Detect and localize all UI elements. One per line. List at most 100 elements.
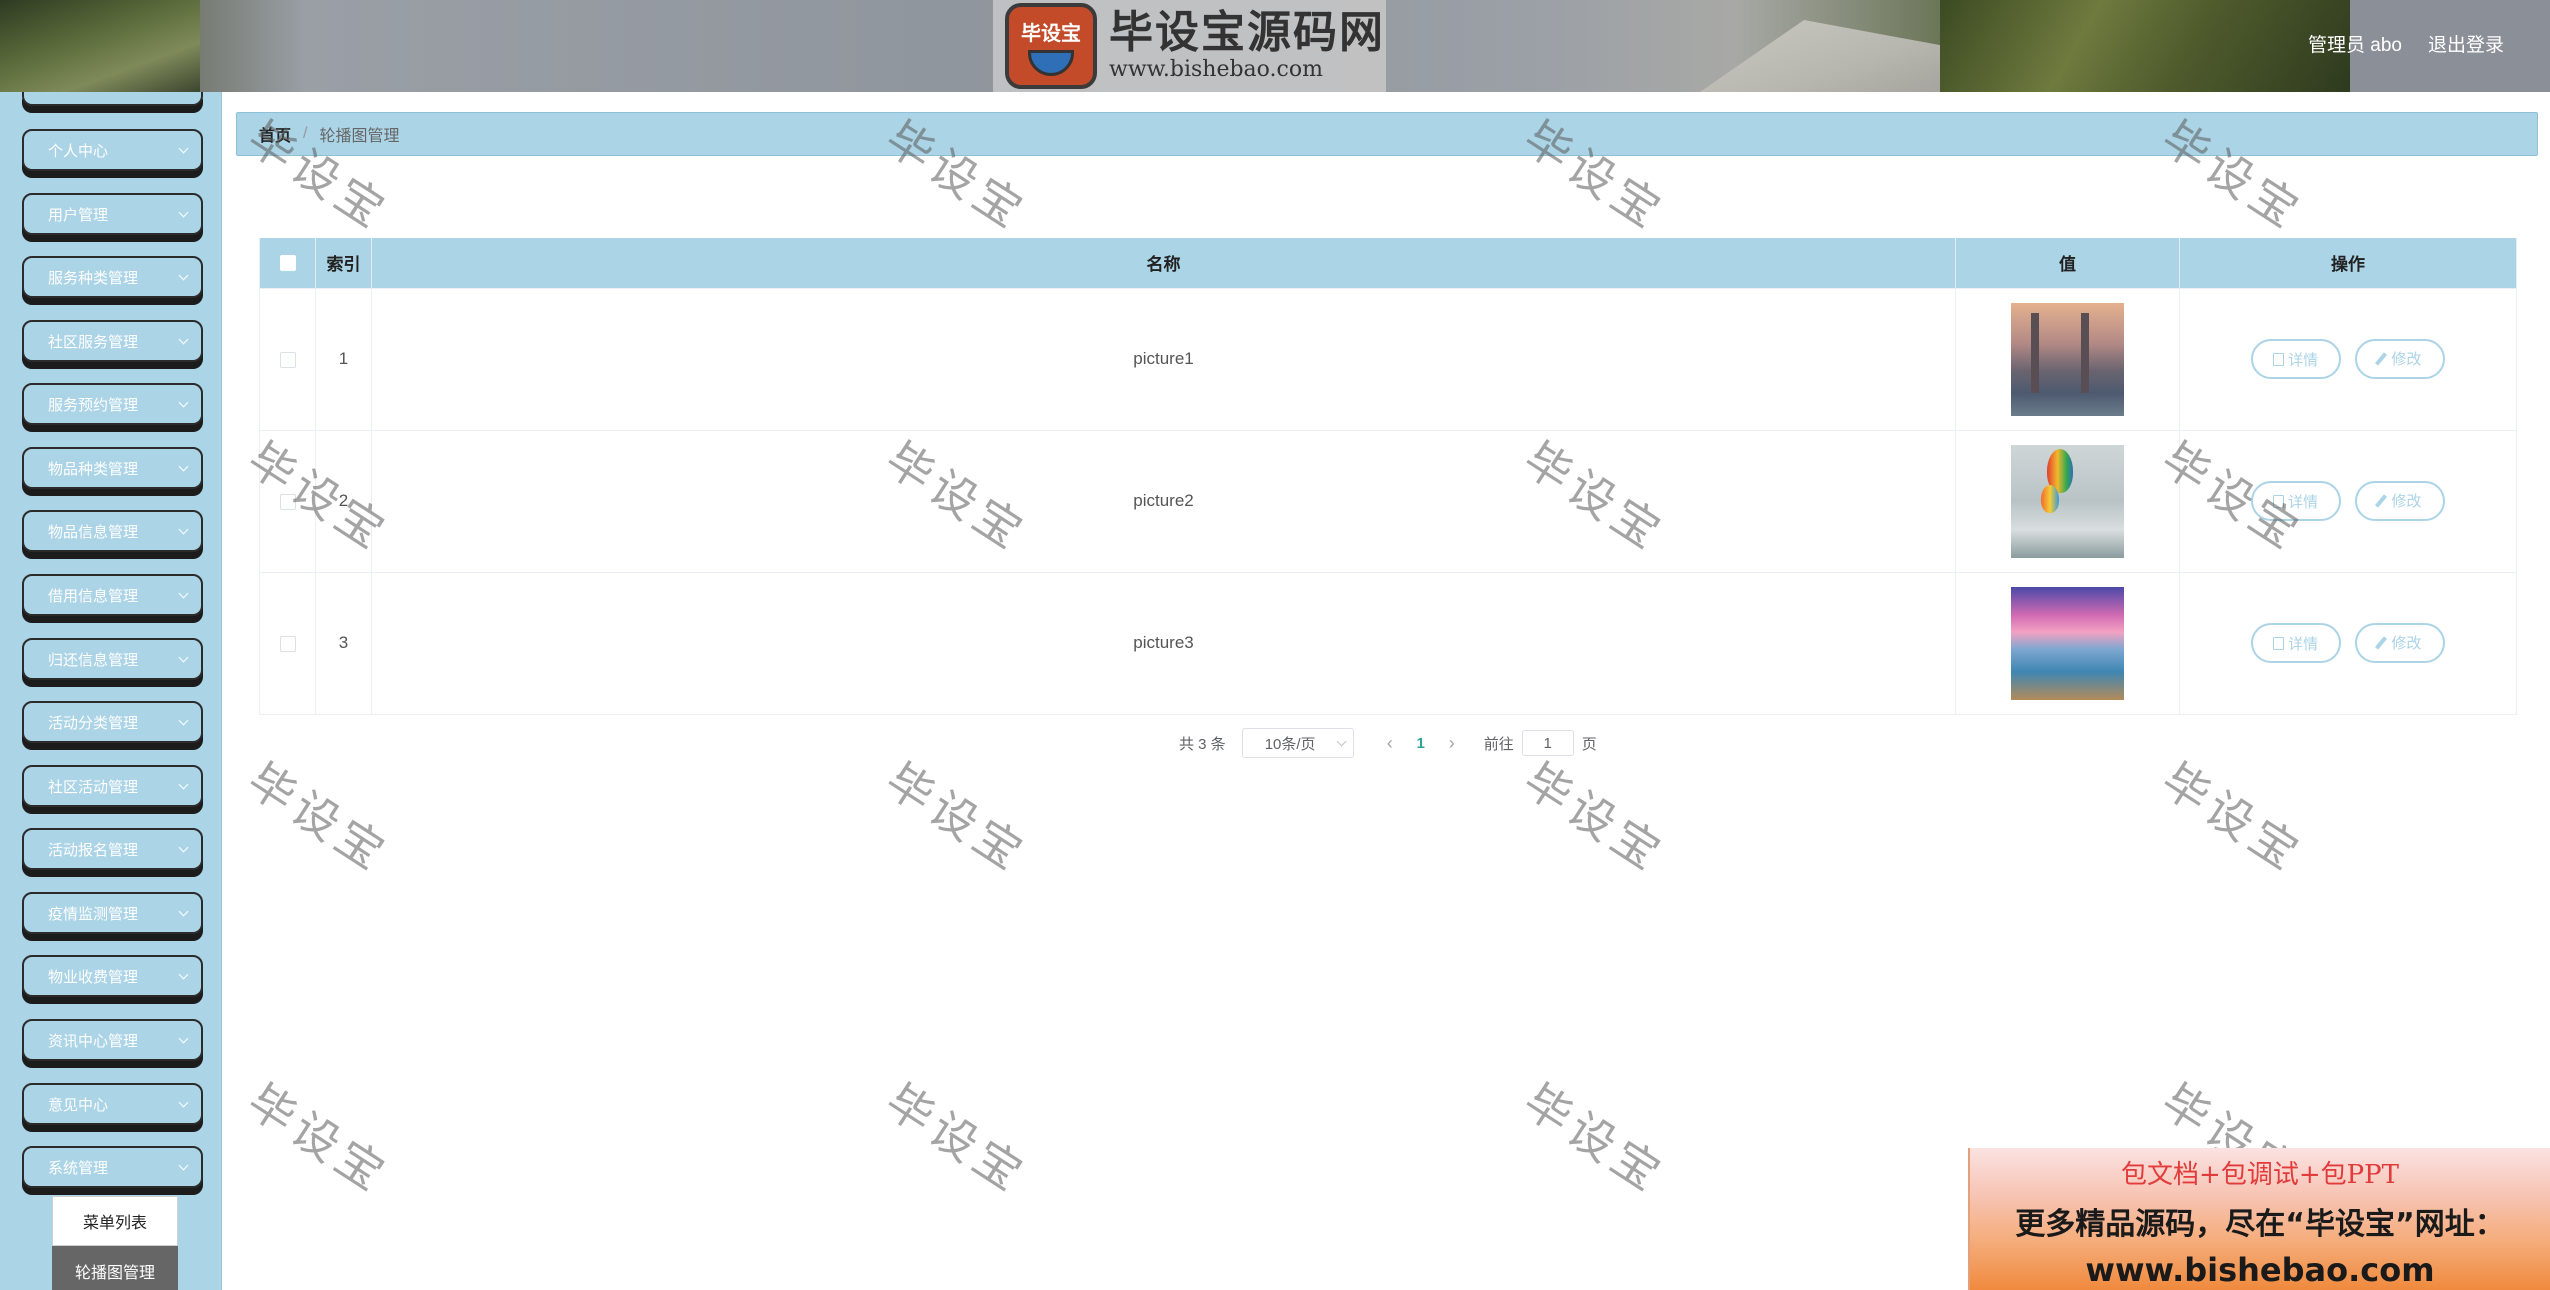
sidebar-item-label: 用户管理 xyxy=(48,206,109,224)
sidebar-item-news-center[interactable]: 资讯中心管理 xyxy=(22,1019,203,1061)
sidebar-item-label: 活动分类管理 xyxy=(48,714,139,732)
sidebar-item-label: 归还信息管理 xyxy=(48,651,139,669)
sidebar-item-feedback-center[interactable]: 意见中心 xyxy=(22,1083,203,1125)
table-row: 1 picture1 详情 修改 xyxy=(259,288,2517,431)
sidebar-item-community-service[interactable]: 社区服务管理 xyxy=(22,320,203,362)
submenu-item-carousel-management[interactable]: 轮播图管理 xyxy=(52,1246,178,1290)
chevron-down-icon xyxy=(178,207,189,217)
sidebar-item-item-info[interactable]: 物品信息管理 xyxy=(22,510,203,552)
chevron-down-icon xyxy=(178,652,189,662)
table-header-row: 索引 名称 值 操作 xyxy=(259,238,2517,289)
sidebar-item-system-management[interactable]: 系统管理 xyxy=(22,1146,203,1188)
row-actions: 详情 修改 xyxy=(2179,430,2517,573)
prev-page-icon[interactable]: ‹ xyxy=(1376,733,1404,754)
row-index: 2 xyxy=(315,430,372,573)
sidebar-item-service-booking[interactable]: 服务预约管理 xyxy=(22,383,203,425)
chevron-down-icon xyxy=(178,334,189,344)
page-size-value: 10条/页 xyxy=(1264,735,1316,753)
page-size-select[interactable]: 10条/页 xyxy=(1241,728,1354,758)
sidebar-item-label: 疫情监测管理 xyxy=(48,905,139,923)
document-icon xyxy=(2273,352,2285,366)
sidebar-item-label: 借用信息管理 xyxy=(48,587,139,605)
sidebar-item-borrow-info[interactable]: 借用信息管理 xyxy=(22,574,203,616)
detail-button[interactable]: 详情 xyxy=(2250,481,2341,522)
table-row: 3 picture3 详情 修改 xyxy=(259,572,2517,715)
detail-button[interactable]: 详情 xyxy=(2250,339,2341,380)
watermark-text: 毕设宝 xyxy=(1514,1073,1675,1204)
column-header-value: 值 xyxy=(1955,238,2180,289)
top-header: 毕设宝 毕设宝源码网 www.bishebao.com 管理员 abo 退出登录 xyxy=(0,0,2550,92)
goto-page: 前往 页 xyxy=(1484,730,1597,756)
pencil-icon xyxy=(2375,494,2388,508)
chevron-down-icon xyxy=(1336,736,1347,746)
sidebar-item-label: 物品种类管理 xyxy=(48,460,139,478)
row-actions: 详情 修改 xyxy=(2179,572,2517,715)
sidebar-item-community-activity[interactable]: 社区活动管理 xyxy=(22,765,203,807)
breadcrumb-separator: / xyxy=(303,125,308,142)
row-checkbox[interactable] xyxy=(279,635,296,652)
next-page-icon[interactable]: › xyxy=(1438,733,1466,754)
detail-button[interactable]: 详情 xyxy=(2250,623,2341,664)
select-all-checkbox[interactable] xyxy=(279,255,296,272)
sidebar-item-label: 系统管理 xyxy=(48,1159,109,1177)
row-image-cell xyxy=(1955,288,2180,431)
detail-button-label: 详情 xyxy=(2288,351,2319,369)
page-number-current[interactable]: 1 xyxy=(1404,735,1438,752)
goto-page-input[interactable] xyxy=(1521,730,1574,756)
chevron-down-icon xyxy=(178,715,189,725)
goto-suffix: 页 xyxy=(1581,735,1597,753)
watermark-text: 毕设宝 xyxy=(876,1073,1037,1204)
promo-line-3: www.bishebao.com xyxy=(2085,1251,2435,1289)
row-checkbox[interactable] xyxy=(279,493,296,510)
chevron-down-icon xyxy=(178,842,189,852)
promo-line-1: 包文档+包调试+包PPT xyxy=(2121,1160,2399,1190)
row-actions: 详情 修改 xyxy=(2179,288,2517,431)
edit-button[interactable]: 修改 xyxy=(2355,622,2446,663)
row-name: picture2 xyxy=(371,430,1956,573)
bridge-city-thumbnail[interactable] xyxy=(2011,302,2124,416)
sidebar-item-activity-signup[interactable]: 活动报名管理 xyxy=(22,828,203,870)
sidebar-item-service-type[interactable]: 服务种类管理 xyxy=(22,256,203,298)
pencil-icon xyxy=(2375,636,2388,650)
edit-button[interactable]: 修改 xyxy=(2355,480,2446,521)
chevron-down-icon xyxy=(178,461,189,471)
sidebar: 个人中心 用户管理 服务种类管理 社区服务管理 服务预约管理 物品种类管理 物品… xyxy=(0,92,222,1290)
detail-button-label: 详情 xyxy=(2288,635,2319,653)
submenu-item-menu-list[interactable]: 菜单列表 xyxy=(52,1196,178,1246)
brand-title: 毕设宝源码网 xyxy=(1109,7,1385,58)
sidebar-item-item-type[interactable]: 物品种类管理 xyxy=(22,447,203,489)
row-select-cell xyxy=(259,288,316,431)
watermark-text: 毕设宝 xyxy=(1514,752,1675,883)
hot-air-balloons-thumbnail[interactable] xyxy=(2011,444,2124,558)
row-image-cell xyxy=(1955,572,2180,715)
sidebar-item-personal-center[interactable]: 个人中心 xyxy=(22,129,203,171)
sidebar-item-label: 物业收费管理 xyxy=(48,968,139,986)
sidebar-menu-stub xyxy=(22,92,203,106)
breadcrumb-home-link[interactable]: 首页 xyxy=(259,122,291,146)
edit-button[interactable]: 修改 xyxy=(2355,338,2446,379)
edit-button-label: 修改 xyxy=(2391,635,2422,653)
row-checkbox[interactable] xyxy=(279,351,296,368)
promo-banner: 包文档+包调试+包PPT 更多精品源码，尽在“毕设宝”网址： www.bishe… xyxy=(1968,1148,2550,1290)
sidebar-item-user-management[interactable]: 用户管理 xyxy=(22,193,203,235)
sidebar-item-label: 社区服务管理 xyxy=(48,333,139,351)
chevron-down-icon xyxy=(178,588,189,598)
sidebar-item-activity-category[interactable]: 活动分类管理 xyxy=(22,701,203,743)
sidebar-item-epidemic-monitoring[interactable]: 疫情监测管理 xyxy=(22,892,203,934)
sidebar-item-property-fee[interactable]: 物业收费管理 xyxy=(22,955,203,997)
column-header-name: 名称 xyxy=(371,238,1956,289)
chevron-down-icon xyxy=(178,1160,189,1170)
promo-line-2: 更多精品源码，尽在“毕设宝”网址： xyxy=(2015,1207,2505,1242)
logout-link[interactable]: 退出登录 xyxy=(2428,30,2504,57)
chevron-down-icon xyxy=(178,524,189,534)
sidebar-item-label: 服务预约管理 xyxy=(48,396,139,414)
breadcrumb: 首页 / 轮播图管理 xyxy=(236,112,2538,156)
edit-button-label: 修改 xyxy=(2391,493,2422,511)
sidebar-item-label: 活动报名管理 xyxy=(48,841,139,859)
column-header-actions: 操作 xyxy=(2179,238,2517,289)
edit-button-label: 修改 xyxy=(2391,351,2422,369)
sidebar-item-return-info[interactable]: 归还信息管理 xyxy=(22,638,203,680)
sunset-pier-thumbnail[interactable] xyxy=(2011,586,2124,700)
user-label: 管理员 abo xyxy=(2308,35,2402,56)
row-image-cell xyxy=(1955,430,2180,573)
